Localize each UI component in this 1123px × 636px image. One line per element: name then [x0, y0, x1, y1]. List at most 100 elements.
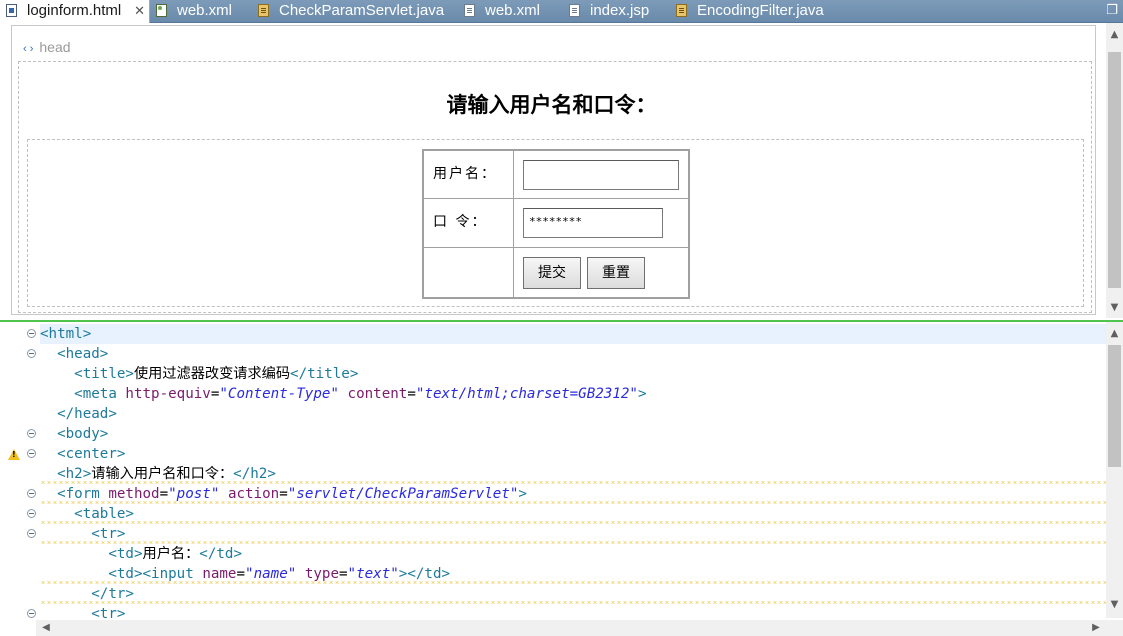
table-cell: 提交 重置 [513, 247, 689, 298]
scroll-down-icon[interactable]: ▼ [1106, 299, 1123, 316]
code-token: method [108, 486, 160, 502]
table-cell: 用户名： [423, 150, 514, 199]
code-line[interactable]: <form method="post" action="servlet/Chec… [40, 484, 1106, 504]
scroll-thumb[interactable] [1108, 345, 1121, 467]
fold-icon[interactable] [27, 429, 36, 438]
code-line[interactable]: <td>用户名：</td> [40, 544, 1106, 564]
code-token: action [227, 486, 280, 502]
code-line[interactable]: <h2>请输入用户名和口令：</h2> [40, 464, 1106, 484]
tab-label: web.xml [485, 2, 541, 19]
code-token: <table> [74, 506, 134, 522]
design-vertical-scrollbar[interactable]: ▲ ▼ [1106, 23, 1123, 318]
code-token: </tr> [91, 586, 134, 602]
restore-icon[interactable]: ❐ [1104, 4, 1120, 18]
code-line[interactable]: <title>使用过滤器改变请求编码</title> [40, 364, 1106, 384]
code-line[interactable]: <center> [40, 444, 1106, 464]
password-label: 口 令： [433, 214, 488, 230]
scroll-thumb[interactable] [1108, 52, 1121, 288]
code-token: <html> [40, 326, 92, 342]
fold-icon[interactable] [27, 489, 36, 498]
fold-icon[interactable] [27, 449, 36, 458]
table-cell [423, 247, 514, 298]
code-token: name [202, 566, 237, 582]
password-input[interactable]: ******** [523, 208, 663, 238]
editor-tab-bar: loginform.html ✕ web.xml CheckParamServl… [0, 0, 1123, 23]
fold-icon[interactable] [27, 329, 36, 338]
code-token: <meta [74, 386, 126, 402]
code-token: content [347, 386, 408, 402]
code-token: type [304, 566, 339, 582]
tab-web-xml-2[interactable]: web.xml [458, 0, 558, 22]
scroll-up-icon[interactable]: ▲ [1106, 26, 1123, 43]
code-line[interactable]: <html> [40, 324, 1106, 344]
fold-icon[interactable] [27, 349, 36, 358]
table-cell [513, 150, 689, 199]
code-line[interactable]: <table> [40, 504, 1106, 524]
code-line[interactable]: </tr> [40, 584, 1106, 604]
table-cell: 口 令： [423, 198, 514, 248]
code-line[interactable]: </head> [40, 404, 1106, 424]
code-line[interactable]: <meta http-equiv="Content-Type" content=… [40, 384, 1106, 404]
code-token: <h2> [57, 466, 92, 482]
username-input[interactable] [523, 160, 679, 190]
code-token: <td><input [108, 566, 203, 582]
code-line[interactable]: <td><input name="name" type="text"></td> [40, 564, 1106, 584]
submit-button[interactable]: 提交 [523, 257, 581, 289]
tab-encodingfilter-java[interactable]: EncodingFilter.java [670, 0, 850, 22]
tab-web-xml[interactable]: web.xml [150, 0, 250, 22]
java-file-icon [258, 4, 269, 17]
code-token: <body> [57, 426, 109, 442]
tab-label: EncodingFilter.java [697, 2, 824, 19]
head-element-marker[interactable]: ‹ › head [23, 39, 71, 55]
java-file-icon [676, 4, 687, 17]
code-line[interactable]: <head> [40, 344, 1106, 364]
form-table: 用户名： 口 令： ******** 提交 重置 [422, 149, 690, 299]
fold-icon[interactable] [27, 509, 36, 518]
warning-icon[interactable] [8, 449, 20, 460]
source-vertical-scrollbar[interactable]: ▲ ▼ [1106, 322, 1123, 618]
code-line[interactable]: <tr> [40, 524, 1106, 544]
code-token: = [339, 566, 348, 582]
close-icon[interactable]: ✕ [134, 0, 145, 21]
source-code[interactable]: <html> <head> <title>使用过滤器改变请求编码</title>… [40, 324, 1106, 624]
tab-label: index.jsp [590, 2, 650, 19]
doc-file-icon [569, 4, 580, 17]
html-file-icon [6, 4, 17, 17]
code-token: </head> [57, 406, 117, 422]
code-token: <tr> [91, 526, 126, 542]
tab-checkparamservlet-java[interactable]: CheckParamServlet.java [252, 0, 457, 22]
reset-button[interactable]: 重置 [587, 257, 645, 289]
source-editor-pane[interactable]: <html> <head> <title>使用过滤器改变请求编码</title>… [0, 320, 1123, 636]
code-token: <td> [108, 546, 143, 562]
code-token: <center> [57, 446, 126, 462]
scroll-down-icon[interactable]: ▼ [1106, 596, 1123, 613]
tab-loginform-html[interactable]: loginform.html ✕ [0, 0, 150, 23]
head-tag-label: head [39, 39, 71, 55]
editor-gutter [0, 322, 40, 618]
code-token: > [637, 386, 647, 402]
code-token: "post" [168, 486, 220, 502]
fold-icon[interactable] [27, 529, 36, 538]
code-token: = [236, 566, 246, 582]
code-line[interactable]: <body> [40, 424, 1106, 444]
tab-index-jsp[interactable]: index.jsp [563, 0, 663, 22]
code-token: <head> [57, 346, 109, 362]
scroll-up-icon[interactable]: ▲ [1106, 325, 1123, 342]
fold-icon[interactable] [27, 609, 36, 618]
code-token: = [407, 386, 416, 402]
password-value: ******** [529, 215, 582, 228]
code-token: "text/html;charset=GB2312" [415, 386, 638, 402]
code-token: ></td> [398, 566, 451, 582]
code-token: = [159, 486, 169, 502]
tab-label: web.xml [177, 2, 233, 19]
doc-file-icon [464, 4, 475, 17]
